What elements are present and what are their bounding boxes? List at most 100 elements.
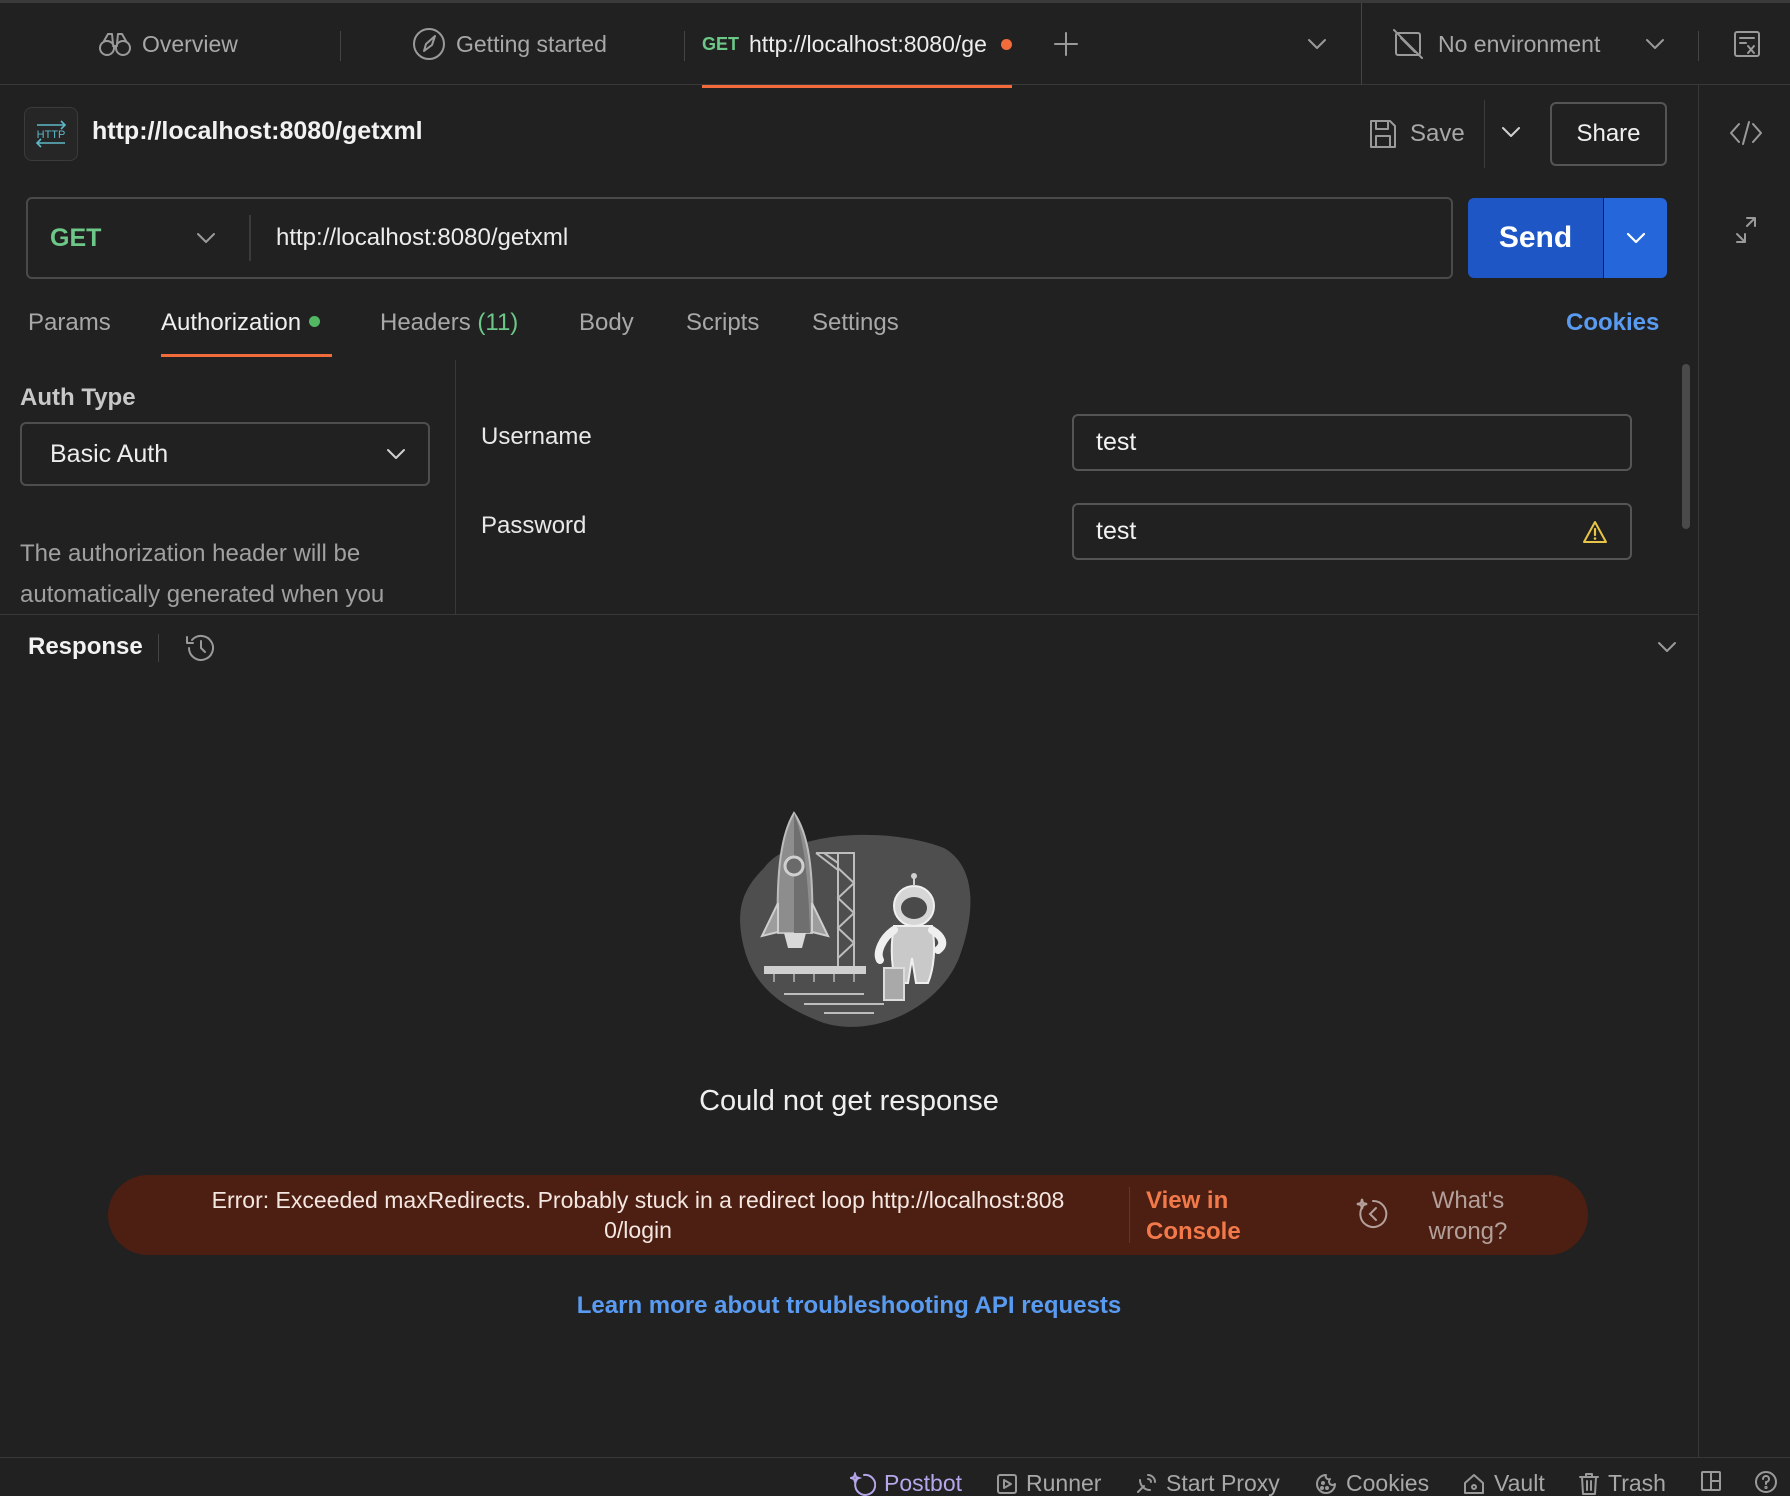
save-icon — [1368, 118, 1398, 150]
code-snippet-button[interactable] — [1729, 120, 1763, 146]
method-select[interactable]: GET — [28, 199, 250, 277]
layout-toggle-button[interactable] — [1700, 1470, 1722, 1492]
runner-button[interactable]: Runner — [996, 1470, 1101, 1496]
start-proxy-button[interactable]: Start Proxy — [1134, 1470, 1280, 1496]
send-button[interactable]: Send — [1468, 198, 1603, 278]
trash-button[interactable]: Trash — [1578, 1470, 1666, 1496]
two-pane-icon — [1700, 1470, 1722, 1492]
status-bar: Postbot Runner Start Proxy Cookies Vault… — [0, 1457, 1790, 1496]
tab-body[interactable]: Body — [579, 309, 634, 337]
tab-settings[interactable]: Settings — [812, 309, 899, 337]
no-response-message: Could not get response — [699, 1085, 999, 1117]
right-sidebar — [1698, 85, 1790, 1457]
tab-divider — [340, 31, 341, 61]
tab-method: GET — [702, 33, 740, 54]
collapse-response-button[interactable] — [1656, 640, 1678, 654]
response-title: Response — [28, 633, 143, 660]
vault-label: Vault — [1494, 1470, 1545, 1496]
save-button[interactable]: Save — [1368, 106, 1465, 162]
scrollbar[interactable] — [1682, 364, 1690, 529]
postbot-label: Postbot — [884, 1470, 962, 1496]
satellite-icon — [1134, 1472, 1158, 1496]
username-field[interactable]: test — [1072, 414, 1632, 471]
divider — [1484, 100, 1485, 168]
tab-authorization[interactable]: Authorization — [161, 309, 321, 337]
svg-text:HTTP: HTTP — [37, 129, 66, 141]
tabs-overflow-button[interactable] — [1306, 3, 1328, 85]
http-icon: HTTP — [33, 119, 69, 149]
history-icon — [184, 633, 216, 663]
chevron-down-icon — [386, 448, 406, 460]
rocket-astronaut-illustration — [724, 808, 976, 1034]
password-value: test — [1096, 517, 1137, 545]
tab-getting-started[interactable]: Getting started — [412, 3, 607, 85]
plus-icon — [1052, 30, 1080, 58]
whats-wrong-button[interactable] — [1356, 1197, 1390, 1231]
username-value: test — [1096, 428, 1137, 456]
tab-scripts[interactable]: Scripts — [686, 309, 759, 337]
cookies-button[interactable]: Cookies — [1314, 1470, 1429, 1496]
password-field[interactable]: test — [1072, 503, 1632, 560]
vault-button[interactable]: Vault — [1462, 1470, 1545, 1496]
tab-label: Getting started — [456, 30, 607, 57]
divider — [158, 634, 159, 662]
tab-label: Overview — [142, 30, 238, 57]
headers-count: (11) — [477, 309, 519, 336]
binoculars-icon — [98, 30, 132, 58]
error-message-line: Error: Exceeded maxRedirects. Probably s… — [211, 1187, 1065, 1213]
divider — [1361, 3, 1362, 85]
error-banner: Error: Exceeded maxRedirects. Probably s… — [108, 1175, 1588, 1255]
help-icon — [1754, 1470, 1778, 1494]
runner-label: Runner — [1026, 1470, 1102, 1496]
share-button[interactable]: Share — [1550, 102, 1667, 166]
auth-type-select[interactable]: Basic Auth — [20, 422, 430, 486]
error-message: Error: Exceeded maxRedirects. Probably s… — [138, 1185, 1138, 1245]
password-label: Password — [481, 512, 587, 539]
request-title[interactable]: http://localhost:8080/getxml — [92, 117, 423, 146]
cookie-icon — [1314, 1472, 1338, 1496]
collapse-arrows-icon — [1733, 215, 1759, 245]
tab-headers[interactable]: Headers (11) — [380, 309, 518, 337]
error-message-line: 0/login — [604, 1217, 672, 1243]
view-in-console-link[interactable]: View in Console — [1146, 1185, 1276, 1247]
postbot-button[interactable]: Postbot — [850, 1470, 962, 1496]
cookies-link[interactable]: Cookies — [1566, 309, 1659, 337]
help-button[interactable] — [1754, 1470, 1778, 1494]
username-label: Username — [481, 423, 592, 450]
compass-icon — [412, 27, 446, 61]
tab-params[interactable]: Params — [28, 309, 111, 337]
save-options-button[interactable] — [1500, 125, 1522, 139]
divider — [455, 360, 456, 615]
whats-wrong-label[interactable]: What's wrong? — [1408, 1185, 1528, 1247]
tab-label: Authorization — [161, 309, 302, 336]
cookies-label: Cookies — [1346, 1470, 1430, 1496]
vault-icon — [1462, 1472, 1486, 1496]
chevron-down-icon — [1500, 125, 1522, 139]
response-history-button[interactable] — [184, 633, 216, 663]
http-request-badge: HTTP — [24, 107, 78, 161]
code-icon — [1729, 120, 1763, 146]
tab-label: Headers — [380, 309, 471, 336]
new-tab-button[interactable] — [1052, 3, 1080, 85]
unsaved-indicator — [1001, 38, 1012, 50]
send-options-button[interactable] — [1604, 198, 1667, 278]
postbot-sparkle-icon — [1356, 1197, 1390, 1231]
variables-icon — [1732, 29, 1762, 59]
environment-selector[interactable]: No environment — [1392, 3, 1666, 85]
troubleshooting-link[interactable]: Learn more about troubleshooting API req… — [0, 1292, 1698, 1320]
url-input[interactable]: http://localhost:8080/getxml — [276, 199, 568, 277]
divider — [249, 215, 251, 261]
tab-request-getxml[interactable]: GET http://localhost:8080/gе — [702, 3, 1012, 85]
no-environment-icon — [1392, 28, 1424, 60]
environment-quick-look-button[interactable] — [1732, 3, 1762, 85]
tab-overview[interactable]: Overview — [98, 3, 238, 85]
auth-type-value: Basic Auth — [50, 439, 169, 468]
save-label: Save — [1410, 120, 1465, 147]
url-bar: GET http://localhost:8080/getxml — [26, 197, 1453, 279]
trash-label: Trash — [1608, 1470, 1666, 1496]
active-tab-underline — [702, 85, 1012, 88]
active-tab-underline — [161, 354, 332, 357]
warning-icon[interactable] — [1582, 520, 1608, 544]
collapse-panel-button[interactable] — [1733, 215, 1759, 245]
divider — [1129, 1187, 1130, 1243]
